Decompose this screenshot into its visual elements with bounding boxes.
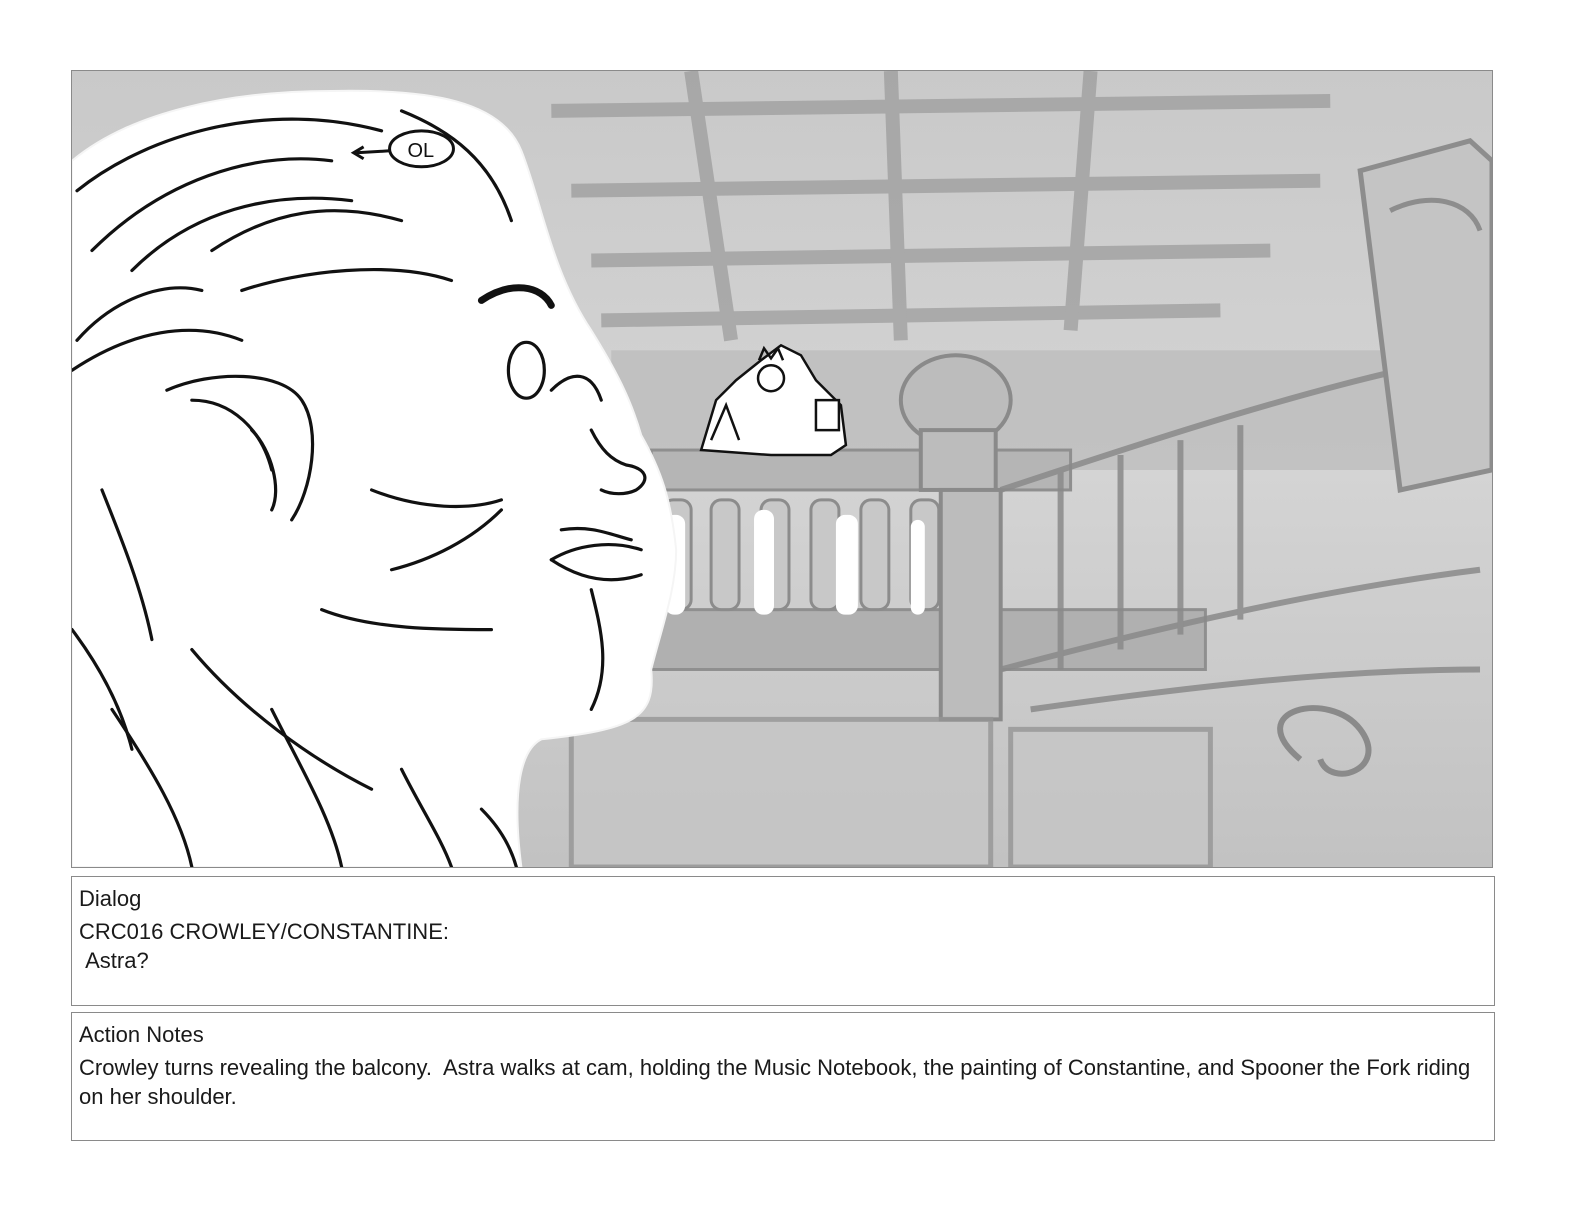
dialog-panel: Dialog CRC016 CROWLEY/CONSTANTINE: Astra… bbox=[71, 876, 1495, 1006]
lower-panelling bbox=[568, 716, 1213, 867]
action-notes-title: Action Notes bbox=[79, 1022, 204, 1047]
storyboard-frame: OL bbox=[71, 70, 1493, 868]
ol-annotation-label: OL bbox=[408, 140, 435, 162]
dialog-line: Astra? bbox=[79, 948, 149, 973]
dialog-title: Dialog bbox=[79, 886, 142, 911]
dialog-character: CRC016 CROWLEY/CONSTANTINE: bbox=[79, 919, 449, 944]
storyboard-drawing: OL bbox=[72, 71, 1492, 867]
action-notes-text: Crowley turns revealing the balcony. Ast… bbox=[79, 1055, 1477, 1109]
action-notes-panel: Action Notes Crowley turns revealing the… bbox=[71, 1012, 1495, 1141]
